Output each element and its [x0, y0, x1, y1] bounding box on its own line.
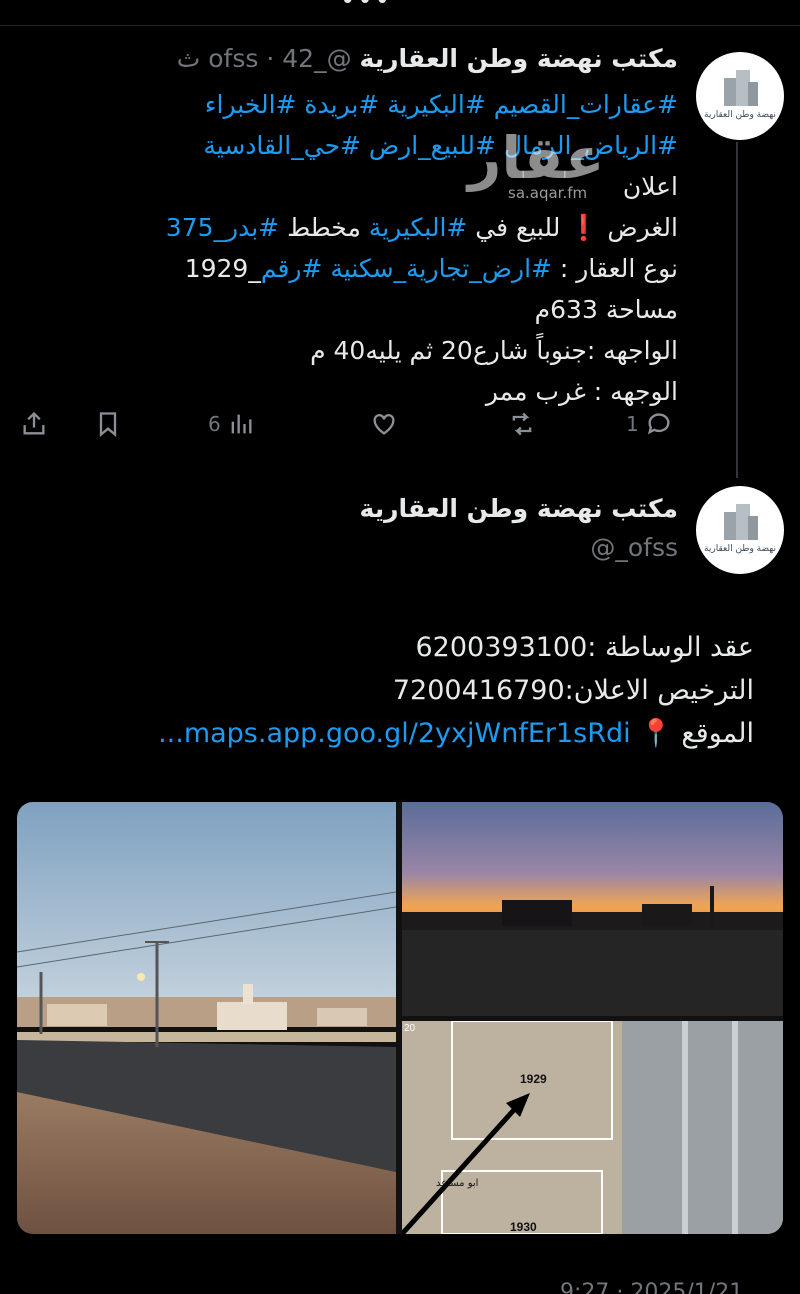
location-line: الموقع 📍 maps.app.goo.gl/2yxjWnfEr1sRdi.…: [54, 712, 754, 755]
author-handle[interactable]: @_ofss: [208, 44, 351, 73]
tweet-text-segment: الوجهه : غرب ممر: [485, 377, 678, 406]
tweet-line: #عقارات_القصيم #البكيرية #بريدة #الخبراء: [78, 84, 678, 125]
tweet-text-segment: نوع العقار :: [551, 254, 678, 283]
hashtag-link[interactable]: #رقم: [261, 254, 323, 283]
retweet-button[interactable]: [508, 404, 536, 444]
author-handle[interactable]: @_ofss: [590, 533, 678, 562]
footer-timestamp: 9:27 · 2025/1/21: [560, 1280, 744, 1294]
hashtag-link[interactable]: #ارض_تجارية_سكنية: [330, 254, 552, 283]
avatar-logo-text: نهضة وطن العقارية: [704, 544, 776, 554]
location-link[interactable]: maps.app.goo.gl/2yxjWnfEr1sRdi...: [158, 718, 631, 749]
reply-icon: [647, 413, 670, 435]
author-name[interactable]: مكتب نهضة وطن العقارية: [360, 44, 678, 73]
thread-connector: [736, 142, 738, 478]
brokerage-line: عقد الوساطة :6200393100: [415, 632, 755, 663]
tweet-line: مساحة 633م: [78, 289, 678, 330]
tweet-actions: 1 6: [0, 404, 720, 444]
tweet-text-segment: الواجهه :جنوباً شارع20 ثم يليه40 م: [310, 336, 678, 365]
more-dots-icon[interactable]: •••: [340, 0, 392, 16]
tweet-text-segment: مساحة 633م: [534, 295, 678, 324]
tweet-text-segment: الغرض ❗ للبيع في: [467, 213, 678, 242]
tweet-text-segment: اعلان: [622, 172, 678, 201]
reply-button[interactable]: 1: [626, 404, 673, 444]
map-satellite[interactable]: 1929 1930 ابو مساعد 20: [402, 1021, 783, 1234]
author-name[interactable]: مكتب نهضة وطن العقارية: [360, 494, 678, 523]
hashtag-link[interactable]: #البكيرية: [369, 213, 468, 242]
tweet-text-segment: _1929: [184, 254, 261, 283]
tweet-header: مكتب نهضة وطن العقارية @_ofss · 42 ث: [177, 44, 678, 73]
avatar[interactable]: نهضة وطن العقارية: [696, 486, 784, 574]
map-edge-label: 20: [404, 1023, 416, 1034]
share-button[interactable]: [20, 404, 48, 444]
bookmark-icon: [99, 412, 117, 437]
map-plot-1930: 1930: [510, 1220, 537, 1234]
avatar-logo-text: نهضة وطن العقارية: [704, 110, 776, 120]
meta-separator: ·: [266, 44, 275, 73]
photo-street[interactable]: [17, 802, 396, 1234]
retweet-icon: [512, 412, 532, 436]
top-bar: •••: [0, 0, 800, 26]
tweet-text: عقد الوساطة :6200393100 الترخيص الاعلان:…: [54, 626, 754, 755]
views-button[interactable]: 6: [208, 404, 255, 444]
map-plot-1929: 1929: [520, 1072, 547, 1086]
hashtag-link[interactable]: #بدر_375: [166, 213, 279, 242]
watermark-domain: sa.aqar.fm: [508, 184, 588, 202]
views-count: 6: [208, 412, 221, 436]
reply-count: 1: [626, 412, 639, 436]
location-label: الموقع 📍: [639, 718, 754, 749]
like-button[interactable]: [370, 404, 398, 444]
share-icon: [23, 411, 45, 435]
watermark: عقار: [468, 124, 605, 192]
photo-sunset[interactable]: [402, 802, 783, 1016]
tweet-line: الواجهه :جنوباً شارع20 ثم يليه40 م: [78, 330, 678, 371]
media-grid: 1929 1930 ابو مساعد 20: [17, 802, 783, 1234]
map-street-label: ابو مساعد: [436, 1178, 478, 1189]
tweet-text-segment: مخطط: [279, 213, 369, 242]
license-line: الترخيص الاعلان:7200416790: [392, 675, 754, 706]
bookmark-button[interactable]: [94, 404, 122, 444]
tweet-line: الغرض ❗ للبيع في #البكيرية مخطط #بدر_375: [78, 207, 678, 248]
tweet-line: نوع العقار : #ارض_تجارية_سكنية #رقم_1929: [78, 248, 678, 289]
hashtag-link[interactable]: #الرياض_الرمال #للبيع_ارض #حي_القادسية: [203, 131, 678, 160]
views-icon: [231, 414, 252, 434]
heart-icon: [373, 414, 395, 435]
hashtag-link[interactable]: #عقارات_القصيم #البكيرية #بريدة #الخبراء: [205, 90, 678, 119]
avatar[interactable]: نهضة وطن العقارية: [696, 52, 784, 140]
